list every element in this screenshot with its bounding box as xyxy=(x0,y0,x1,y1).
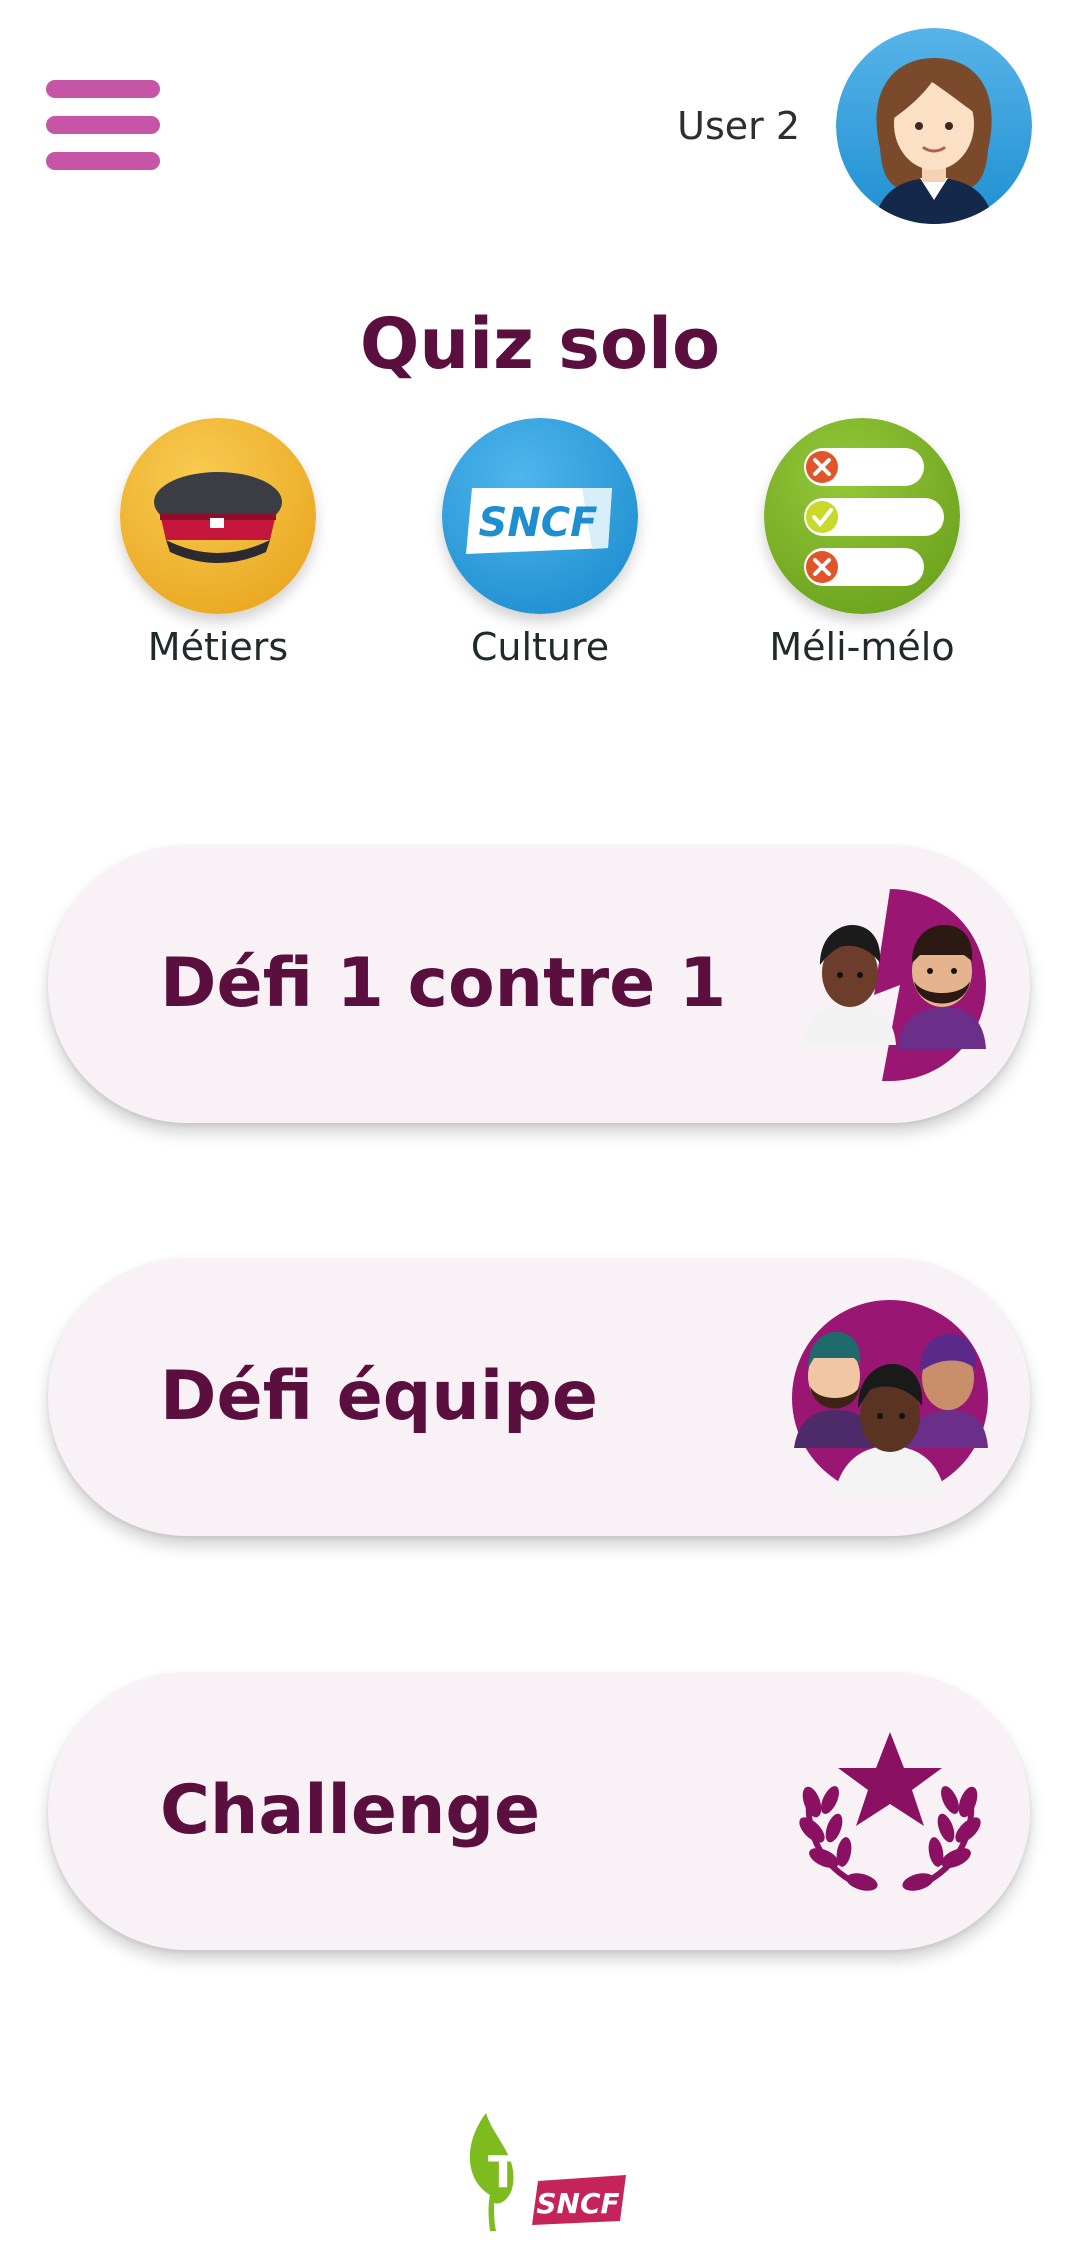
versus-avatars-icon xyxy=(790,885,990,1085)
checklist-icon xyxy=(764,418,960,614)
menu-bar xyxy=(46,80,160,98)
duel-label: Défi 1 contre 1 xyxy=(160,944,727,1023)
team-button[interactable]: Défi équipe xyxy=(48,1258,1030,1536)
category-label: Métiers xyxy=(147,625,289,669)
category-label: Méli-mélo xyxy=(769,625,955,669)
challenge-button[interactable]: Challenge xyxy=(48,1672,1030,1950)
svg-text:T: T xyxy=(488,2147,518,2198)
duel-button[interactable]: Défi 1 contre 1 xyxy=(48,845,1030,1123)
category-metiers[interactable]: Métiers xyxy=(78,418,358,670)
sncf-logo-icon: SNCF xyxy=(442,418,638,614)
avatar[interactable] xyxy=(836,28,1032,224)
menu-bar xyxy=(46,116,160,134)
app-logo: T SNCF xyxy=(460,2105,630,2235)
team-label: Défi équipe xyxy=(160,1357,598,1436)
category-label: Culture xyxy=(470,625,610,669)
team-avatars-icon xyxy=(790,1298,990,1498)
laurel-star-icon xyxy=(790,1712,990,1912)
username-label: User 2 xyxy=(677,104,800,148)
menu-button[interactable] xyxy=(46,78,160,174)
section-title: Quiz solo xyxy=(359,303,721,385)
cap-icon xyxy=(120,418,316,614)
menu-bar xyxy=(46,152,160,170)
svg-text:SNCF: SNCF xyxy=(536,2187,619,2220)
category-melimelo[interactable]: Méli-mélo xyxy=(722,418,1002,670)
svg-text:SNCF: SNCF xyxy=(479,500,598,546)
challenge-label: Challenge xyxy=(160,1771,541,1850)
user-avatar-icon xyxy=(836,28,1032,224)
category-culture[interactable]: SNCF Culture xyxy=(400,418,680,670)
